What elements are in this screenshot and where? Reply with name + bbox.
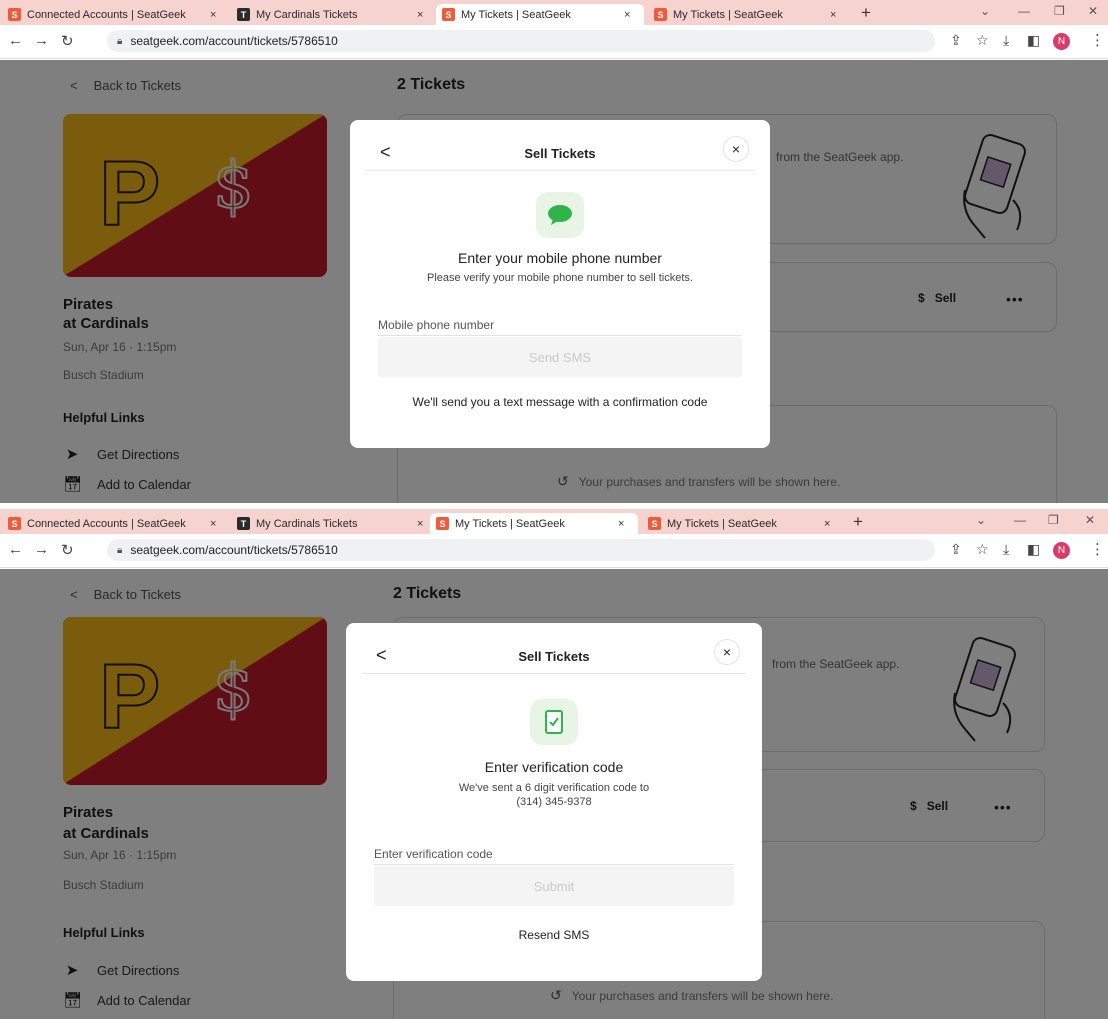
share-icon[interactable]: ⇪	[950, 32, 962, 49]
modal-divider	[366, 170, 754, 171]
seatgeek-favicon-icon: S	[8, 517, 21, 530]
share-icon[interactable]: ⇪	[950, 541, 962, 558]
sell-tickets-modal: < Sell Tickets × Enter verification code…	[346, 623, 762, 981]
bookmark-star-icon[interactable]: ☆	[976, 541, 989, 558]
tab-my-tickets[interactable]: S My Tickets | SeatGeek ×	[648, 513, 843, 534]
close-tab-icon[interactable]: ×	[830, 9, 836, 21]
send-sms-button[interactable]: Send SMS	[378, 337, 742, 377]
browser-menu-icon[interactable]: ⋮	[1090, 540, 1105, 558]
profile-avatar[interactable]: N	[1053, 542, 1070, 559]
tab-label: My Tickets | SeatGeek	[667, 517, 777, 530]
download-icon[interactable]: ⤓	[1003, 32, 1009, 49]
browser-menu-icon[interactable]: ⋮	[1090, 31, 1105, 49]
tab-label: My Cardinals Tickets	[256, 8, 358, 21]
screenshot-phone-step: S Connected Accounts | SeatGeek × T My C…	[0, 0, 1108, 503]
close-window-icon[interactable]: ✕	[1088, 4, 1098, 18]
seatgeek-favicon-icon: S	[648, 517, 661, 530]
tab-label: My Tickets | SeatGeek	[461, 8, 571, 21]
url-field[interactable]: 🔒︎ seatgeek.com/account/tickets/5786510	[107, 539, 935, 561]
forward-arrow-icon[interactable]: →	[34, 541, 49, 558]
modal-title: Sell Tickets	[524, 146, 596, 161]
new-tab-button[interactable]: +	[853, 512, 863, 532]
tab-search-icon[interactable]: ⌄	[976, 513, 986, 527]
bookmark-star-icon[interactable]: ☆	[976, 32, 989, 49]
close-tab-icon[interactable]: ×	[210, 518, 216, 530]
chat-bubble-icon	[536, 192, 584, 238]
modal-subtext-line1: We've sent a 6 digit verification code t…	[458, 782, 650, 794]
tab-my-tickets[interactable]: S My Tickets | SeatGeek ×	[654, 4, 849, 25]
url-text: seatgeek.com/account/tickets/5786510	[130, 34, 338, 48]
restore-icon[interactable]: ❐	[1048, 513, 1059, 527]
ticketmaster-favicon-icon: T	[237, 8, 250, 21]
close-tab-icon[interactable]: ×	[618, 518, 624, 530]
phone-check-icon	[530, 699, 578, 745]
verification-code-input[interactable]	[374, 843, 734, 865]
modal-close-button[interactable]: ×	[714, 639, 740, 665]
modal-close-button[interactable]: ×	[723, 136, 749, 162]
url-field[interactable]: 🔒︎ seatgeek.com/account/tickets/5786510	[107, 30, 935, 52]
back-arrow-icon[interactable]: ←	[8, 32, 23, 49]
download-icon[interactable]: ⤓	[1003, 541, 1009, 558]
forward-arrow-icon[interactable]: →	[34, 32, 49, 49]
close-tab-icon[interactable]: ×	[624, 9, 630, 21]
address-bar-row: ← → ↻ 🔒︎ seatgeek.com/account/tickets/57…	[0, 534, 1108, 568]
close-tab-icon[interactable]: ×	[417, 518, 423, 530]
close-window-icon[interactable]: ✕	[1085, 513, 1095, 527]
side-panel-icon[interactable]: ◧	[1027, 541, 1040, 558]
seatgeek-favicon-icon: S	[8, 8, 21, 21]
tab-my-cardinals-tickets[interactable]: T My Cardinals Tickets ×	[237, 513, 432, 534]
sell-tickets-modal: < Sell Tickets × Enter your mobile phone…	[350, 120, 770, 448]
tab-label: Connected Accounts | SeatGeek	[27, 517, 186, 530]
lock-icon: 🔒︎	[117, 35, 123, 47]
tab-search-icon[interactable]: ⌄	[980, 4, 990, 18]
tab-connected-accounts[interactable]: S Connected Accounts | SeatGeek ×	[8, 4, 223, 25]
mobile-phone-input[interactable]	[378, 314, 742, 336]
ticketmaster-favicon-icon: T	[237, 517, 250, 530]
tab-label: My Tickets | SeatGeek	[673, 8, 783, 21]
reload-icon[interactable]: ↻	[61, 32, 74, 50]
new-tab-button[interactable]: +	[861, 3, 871, 23]
resend-sms-link[interactable]: Resend SMS	[346, 928, 762, 942]
profile-avatar[interactable]: N	[1053, 33, 1070, 50]
modal-heading: Enter your mobile phone number	[458, 250, 662, 266]
modal-title: Sell Tickets	[518, 649, 590, 664]
seatgeek-favicon-icon: S	[442, 8, 455, 21]
submit-button[interactable]: Submit	[374, 866, 734, 906]
tab-strip: S Connected Accounts | SeatGeek × T My C…	[0, 509, 1108, 534]
minimize-icon[interactable]: —	[1018, 4, 1030, 18]
back-arrow-icon[interactable]: ←	[8, 541, 23, 558]
phone-number-text: (314) 345-9378	[516, 796, 592, 808]
url-text: seatgeek.com/account/tickets/5786510	[130, 543, 338, 557]
tab-connected-accounts[interactable]: S Connected Accounts | SeatGeek ×	[8, 513, 223, 534]
modal-footer-note: We'll send you a text message with a con…	[412, 395, 708, 409]
modal-subtext: Please verify your mobile phone number t…	[427, 272, 693, 284]
close-tab-icon[interactable]: ×	[824, 518, 830, 530]
tab-label: My Cardinals Tickets	[256, 517, 358, 530]
tab-my-tickets-active[interactable]: S My Tickets | SeatGeek ×	[436, 4, 644, 25]
tab-my-tickets-active[interactable]: S My Tickets | SeatGeek ×	[430, 513, 638, 534]
tab-strip: S Connected Accounts | SeatGeek × T My C…	[0, 0, 1108, 25]
minimize-icon[interactable]: —	[1014, 513, 1026, 527]
lock-icon: 🔒︎	[117, 544, 123, 556]
modal-heading: Enter verification code	[484, 759, 624, 775]
seatgeek-favicon-icon: S	[654, 8, 667, 21]
close-tab-icon[interactable]: ×	[417, 9, 423, 21]
seatgeek-favicon-icon: S	[436, 517, 449, 530]
restore-icon[interactable]: ❐	[1054, 4, 1065, 18]
screenshot-verification-step: S Connected Accounts | SeatGeek × T My C…	[0, 509, 1108, 1019]
tab-label: Connected Accounts | SeatGeek	[27, 8, 186, 21]
side-panel-icon[interactable]: ◧	[1027, 32, 1040, 49]
tab-label: My Tickets | SeatGeek	[455, 517, 565, 530]
tab-my-cardinals-tickets[interactable]: T My Cardinals Tickets ×	[237, 4, 432, 25]
reload-icon[interactable]: ↻	[61, 541, 74, 559]
close-tab-icon[interactable]: ×	[210, 9, 216, 21]
address-bar-row: ← → ↻ 🔒︎ seatgeek.com/account/tickets/57…	[0, 25, 1108, 59]
modal-divider	[362, 673, 746, 674]
